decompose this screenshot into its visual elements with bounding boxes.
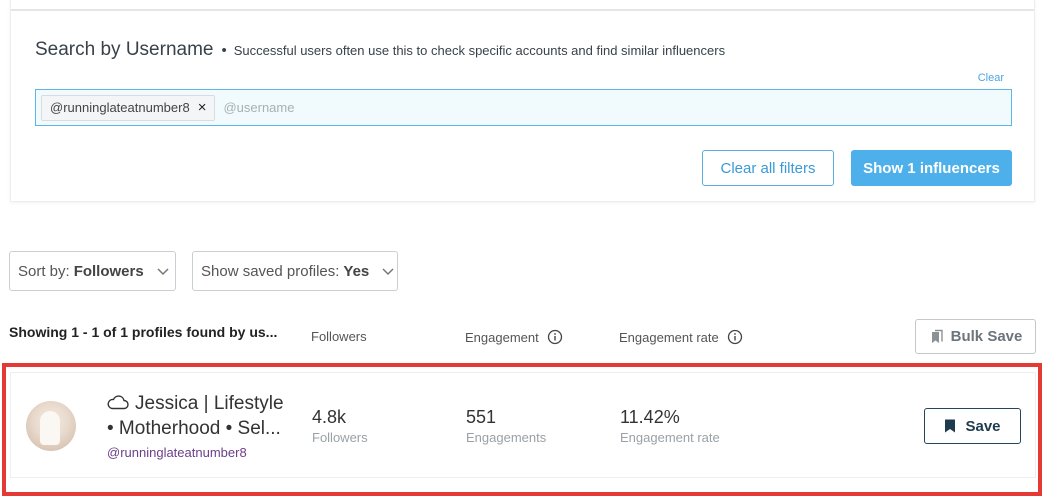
bookmarks-icon bbox=[931, 329, 943, 343]
clear-link[interactable]: Clear bbox=[978, 72, 1004, 84]
followers-metric: 4.8k Followers bbox=[312, 407, 368, 445]
engagements-metric: 551 Engagements bbox=[466, 407, 546, 445]
saved-value: Yes bbox=[343, 262, 370, 280]
column-followers-label: Followers bbox=[311, 329, 367, 344]
engagement-rate-metric: 11.42% Engagement rate bbox=[620, 407, 720, 445]
followers-value: 4.8k bbox=[312, 407, 347, 427]
close-icon[interactable]: × bbox=[198, 99, 207, 116]
search-title: Search by Username bbox=[35, 39, 214, 60]
sort-value: Followers bbox=[73, 262, 144, 280]
saved-label: Show saved profiles: bbox=[201, 262, 340, 280]
sort-label: Sort by: bbox=[18, 262, 70, 280]
username-input[interactable]: @runninglateatnumber8 × @username bbox=[35, 89, 1012, 126]
followers-label: Followers bbox=[312, 430, 368, 445]
bookmark-icon bbox=[945, 419, 956, 433]
profile-row[interactable]: Jessica | Lifestyle • Motherhood • Sel..… bbox=[10, 372, 1036, 478]
engagements-value: 551 bbox=[466, 407, 497, 427]
column-engagement[interactable]: Engagement bbox=[465, 329, 563, 345]
sort-dropdown[interactable]: Sort by: Followers bbox=[9, 251, 176, 291]
engagements-label: Engagements bbox=[466, 430, 547, 445]
clear-all-filters-button[interactable]: Clear all filters bbox=[702, 150, 834, 186]
profile-handle[interactable]: @runninglateatnumber8 bbox=[107, 445, 247, 460]
search-section-header: Search by Username • Successful users of… bbox=[35, 39, 725, 61]
show-influencers-button[interactable]: Show 1 influencers bbox=[851, 150, 1012, 186]
username-placeholder[interactable]: @username bbox=[223, 100, 294, 115]
info-icon[interactable] bbox=[727, 329, 743, 345]
saved-profiles-dropdown[interactable]: Show saved profiles: Yes bbox=[192, 251, 398, 291]
separator-dot: • bbox=[221, 42, 227, 59]
results-count: Showing 1 - 1 of 1 profiles found by us.… bbox=[9, 324, 278, 340]
profile-name[interactable]: Jessica | Lifestyle • Motherhood • Sel..… bbox=[107, 391, 287, 441]
save-button[interactable]: Save bbox=[924, 408, 1021, 444]
engagement-rate-value: 11.42% bbox=[620, 407, 680, 427]
search-hint: Successful users often use this to check… bbox=[233, 43, 726, 58]
engagement-rate-label: Engagement rate bbox=[620, 430, 720, 445]
save-label: Save bbox=[965, 417, 1001, 435]
results-header: Showing 1 - 1 of 1 profiles found by us.… bbox=[0, 318, 1044, 358]
search-filter-card: Search by Username • Successful users of… bbox=[10, 0, 1035, 202]
chevron-down-icon bbox=[157, 268, 169, 276]
column-engagement-rate[interactable]: Engagement rate bbox=[619, 329, 743, 345]
avatar[interactable] bbox=[26, 401, 76, 451]
info-icon[interactable] bbox=[547, 329, 563, 345]
bulk-save-button[interactable]: Bulk Save bbox=[915, 319, 1036, 354]
column-engagement-label: Engagement bbox=[465, 329, 539, 345]
chevron-down-icon bbox=[382, 268, 394, 276]
chip-label: @runninglateatnumber8 bbox=[50, 100, 190, 115]
bulk-save-label: Bulk Save bbox=[950, 328, 1023, 345]
profile-name-text: Jessica | Lifestyle • Motherhood • Sel..… bbox=[107, 393, 284, 439]
column-followers[interactable]: Followers bbox=[311, 329, 367, 344]
username-chip: @runninglateatnumber8 × bbox=[41, 94, 216, 121]
column-rate-label: Engagement rate bbox=[619, 329, 719, 345]
cloud-icon bbox=[107, 395, 129, 410]
